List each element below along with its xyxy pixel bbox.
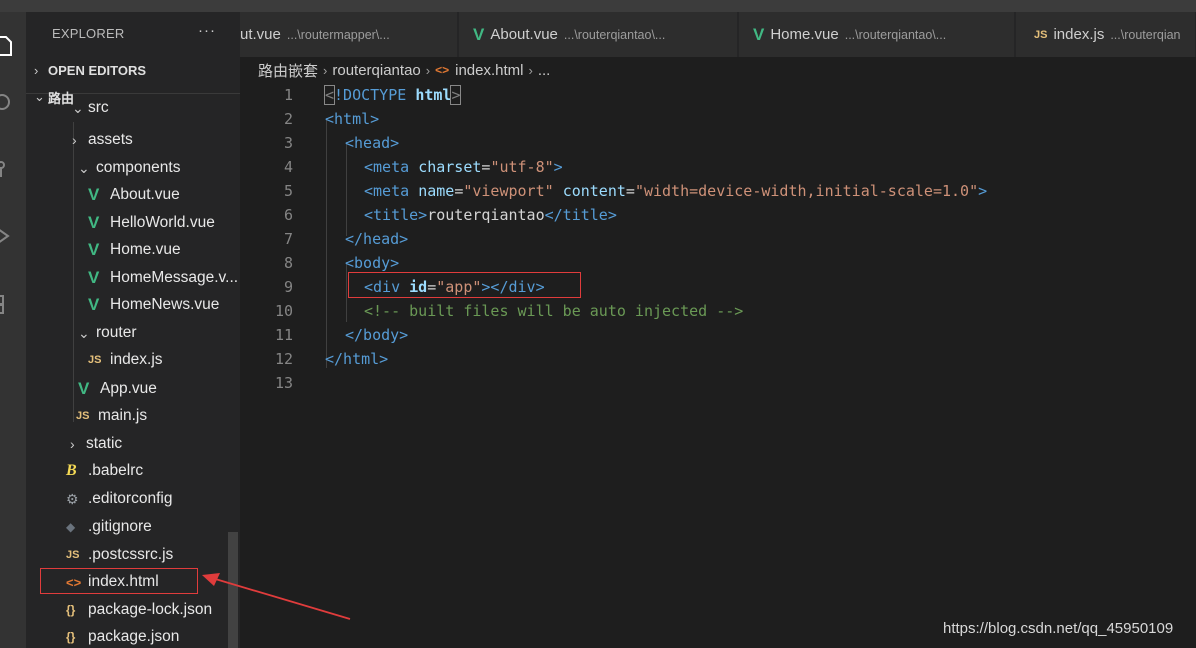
watermark: https://blog.csdn.net/qq_45950109 [943,620,1174,637]
annotation-arrow [202,573,351,620]
